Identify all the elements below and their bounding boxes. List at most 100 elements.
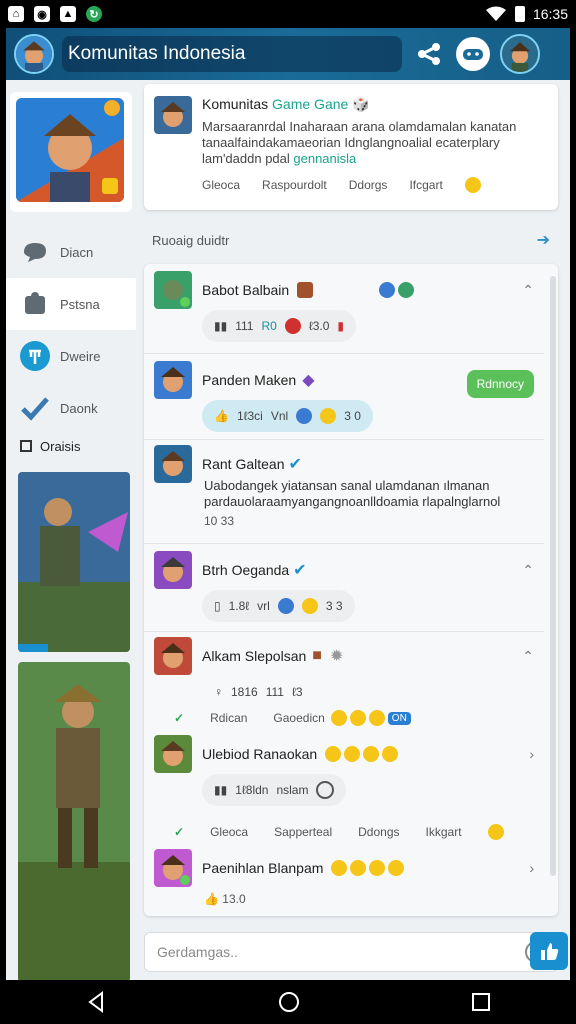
community-info-card: Komunitas Game Gane 🎲 Marsaaranrdal Inah… — [144, 84, 558, 210]
home-notification-icon: ⌂ — [8, 6, 24, 22]
featured-card[interactable] — [10, 92, 132, 212]
reaction-item[interactable]: Rdican — [210, 711, 247, 725]
send-button[interactable] — [530, 932, 568, 970]
reply-button[interactable]: Rdnnocy — [466, 370, 534, 398]
post-item[interactable]: Ulebiod Ranaokan › ▮▮ 1ℓ8ldn nslam — [144, 734, 544, 814]
post-body-line: Uabodangek yiatansan sanal ulamdanan ılm… — [204, 478, 490, 493]
post-stats-chip[interactable]: ▯ 1.8ℓ vrl 3 3 — [202, 590, 355, 622]
home-icon[interactable] — [277, 990, 301, 1014]
message-composer — [144, 932, 558, 972]
flag-icon: ▮ — [337, 319, 344, 333]
user-avatar-icon[interactable] — [154, 735, 192, 773]
user-avatar-icon[interactable] — [154, 551, 192, 589]
promo-art-2[interactable] — [18, 662, 130, 980]
thumb-icon: 👍 — [204, 892, 219, 906]
app-window: Komunitas Indonesia Diacn Pstsna Dweire … — [6, 28, 570, 980]
collapse-icon[interactable]: ⌃ — [522, 648, 534, 665]
post-body-line: pardauolaraamyangangnoanlldoamia rlapaln… — [204, 494, 501, 509]
checkbox-label: Oraisis — [40, 438, 81, 454]
chip-extra: R0 — [261, 319, 277, 333]
post-stats-chip[interactable]: ▮▮ 1ℓ8ldn nslam — [202, 774, 347, 806]
user-avatar-icon[interactable] — [154, 637, 192, 675]
post-item[interactable]: Btrh Oeganda ✔ ⌃ ▯ 1.8ℓ vrl 3 3 — [144, 550, 544, 632]
thumb-icon: 👍 — [214, 409, 229, 423]
on-badge: ON — [387, 711, 411, 725]
discord-button[interactable] — [456, 37, 490, 71]
user-avatar-icon[interactable] — [154, 445, 192, 483]
refresh-notification-icon: ↻ — [86, 6, 102, 22]
post-item[interactable]: Paenihlan Blanpam › 👍 13.0 — [144, 848, 544, 916]
chip-extra: Vnl — [270, 409, 289, 423]
checkbox[interactable] — [20, 440, 32, 452]
system-nav-bar — [0, 980, 576, 1024]
dice-icon: 🎲 — [352, 96, 370, 112]
arrow-right-icon[interactable]: ➔ — [537, 230, 550, 250]
reaction-row: ✓ Gleoca Sapperteal Ddongs Ikkgart — [144, 820, 544, 844]
post-author: Rant Galtean — [202, 456, 285, 472]
sidebar-item-chat[interactable]: Diacn — [6, 226, 136, 278]
chip-value: 111 — [235, 319, 254, 333]
section-header[interactable]: Ruoaig duidtr ➔ — [144, 216, 558, 264]
sidebar-item-trident[interactable]: Dweire — [6, 330, 136, 382]
user-avatar-icon[interactable] — [154, 361, 192, 399]
collapse-icon[interactable]: ⌃ — [522, 562, 534, 579]
community-avatar-icon — [154, 96, 192, 134]
share-button[interactable] — [412, 37, 446, 71]
back-icon[interactable] — [84, 990, 108, 1014]
feed-scrollbar[interactable] — [550, 276, 556, 876]
reaction-item[interactable]: Ikkgart — [426, 825, 462, 839]
wifi-icon — [485, 6, 506, 21]
post-stats-chip[interactable]: ▮▮ 111 R0 ℓ3.0 ▮ — [202, 310, 356, 342]
app-avatar-icon[interactable] — [14, 34, 54, 74]
action-respond[interactable]: Raspourdolt — [262, 178, 327, 192]
bar-chart-icon: ▮▮ — [214, 783, 228, 797]
user-avatar-icon[interactable] — [154, 271, 192, 309]
chip-value: 1.8ℓ — [228, 599, 250, 613]
message-input[interactable] — [157, 944, 525, 960]
profile-avatar-icon[interactable] — [500, 34, 540, 74]
reaction-item[interactable]: Gaoedicn — [273, 711, 324, 725]
post-author: Alkam Slepolsan — [202, 648, 307, 664]
sidebar-item-label: Dweire — [60, 348, 101, 364]
reaction-item[interactable]: Gleoca — [210, 825, 248, 839]
puzzle-icon — [20, 289, 50, 319]
action-report[interactable]: Ifcgart — [409, 178, 442, 192]
chip-count: 3 3 — [325, 599, 343, 613]
promo-art-1[interactable] — [18, 472, 130, 652]
expand-icon[interactable]: › — [529, 746, 534, 762]
sidebar-checkbox-row[interactable]: Oraisis — [6, 434, 136, 458]
check-icon: ✓ — [174, 711, 185, 725]
post-item[interactable]: Rant Galtean ✔ Uabodangek yiatansan sana… — [144, 444, 544, 544]
post-author: Panden Maken — [202, 372, 297, 388]
sidebar-item-check[interactable]: Daonk — [6, 382, 136, 434]
chip-count: ℓ3 — [291, 685, 303, 699]
post-stats-chip[interactable]: ♀ 1816 111 ℓ3 — [202, 676, 315, 708]
recents-icon[interactable] — [470, 991, 492, 1013]
chat-icon — [20, 237, 50, 267]
post-item[interactable]: Panden Maken ◆ Rdnnocy 👍 1ℓ3ci Vnl 3 0 — [144, 360, 544, 440]
collapse-icon[interactable]: ⌃ — [522, 282, 534, 299]
reaction-item[interactable]: Ddongs — [358, 825, 399, 839]
post-author: Babot Balbain — [202, 282, 290, 298]
section-label: Ruoaig duidtr — [152, 232, 230, 248]
post-item[interactable]: Alkam Slepolsan ■ ✹ ⌃ ♀ 1816 111 ℓ3 — [144, 636, 544, 708]
scroll-down-chevron-icon[interactable]: ⌄ — [358, 908, 373, 916]
sidebar-item-label: Daonk — [60, 400, 98, 416]
reaction-item[interactable]: Sapperteal — [274, 825, 332, 839]
community-actions: Gleoca Raspourdolt Ddorgs Ifcgart — [202, 177, 548, 193]
expand-icon[interactable]: › — [529, 860, 534, 876]
chip-value: 1ℓ3ci — [236, 409, 263, 423]
chip-extra: 111 — [265, 685, 284, 699]
post-stats-chip[interactable]: 👍 1ℓ3ci Vnl 3 0 — [202, 400, 373, 432]
post-item[interactable]: Babot Balbain ⌃ ▮▮ 111 R0 ℓ3.0 ▮ — [144, 270, 544, 354]
user-avatar-icon[interactable] — [154, 849, 192, 887]
desc-highlight: gennanisla — [293, 151, 357, 166]
status-time: 16:35 — [532, 6, 568, 22]
post-emoji-row — [297, 282, 415, 298]
action-share[interactable]: Gleoca — [202, 178, 240, 192]
sidebar-item-label: Diacn — [60, 244, 94, 260]
sidebar-item-puzzle[interactable]: Pstsna — [6, 278, 136, 330]
community-title-text: Komunitas — [202, 96, 273, 112]
emoji-cluster: ON — [330, 710, 411, 726]
action-drops[interactable]: Ddorgs — [349, 178, 388, 192]
